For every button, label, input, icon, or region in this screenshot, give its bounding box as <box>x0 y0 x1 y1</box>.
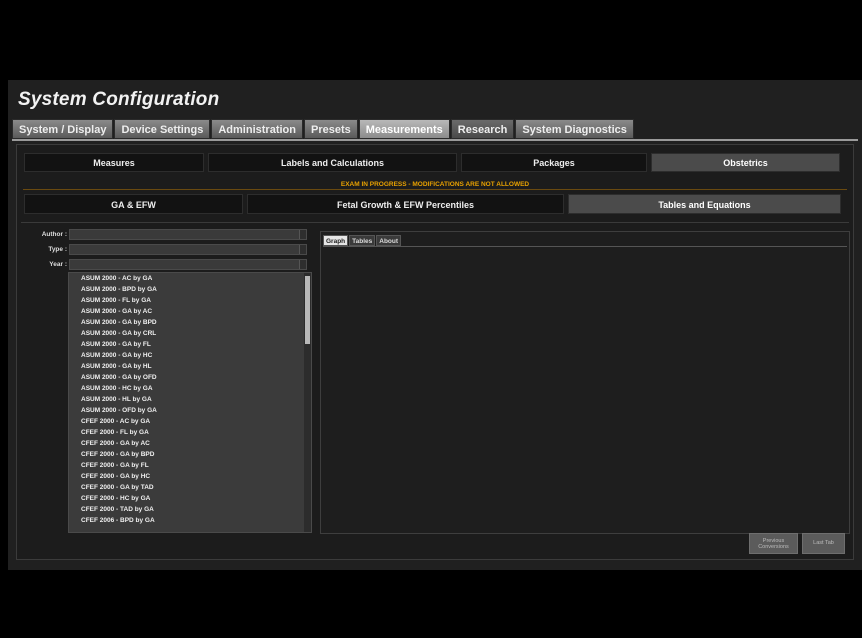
tab-research[interactable]: Research <box>450 119 515 139</box>
tab-measurements[interactable]: Measurements <box>358 119 450 139</box>
tab-presets[interactable]: Presets <box>303 119 358 139</box>
subtab-ga-efw[interactable]: GA & EFW <box>24 194 243 214</box>
chevron-down-icon <box>299 229 306 239</box>
list-item[interactable]: ASUM 2000 - GA by HL <box>69 361 311 372</box>
list-item[interactable]: ASUM 2000 - OFD by GA <box>69 405 311 416</box>
tab-device-settings[interactable]: Device Settings <box>114 119 211 139</box>
measurements-panel: Measures Labels and Calculations Package… <box>16 144 854 560</box>
chevron-down-icon <box>299 259 306 269</box>
subtab-measures[interactable]: Measures <box>24 153 204 172</box>
list-scrollbar[interactable] <box>304 273 311 532</box>
detail-tabs: Graph Tables About <box>323 235 402 246</box>
main-tab-bar: System / Display Device Settings Adminis… <box>12 119 635 139</box>
list-item[interactable]: ASUM 2000 - GA by HC <box>69 350 311 361</box>
tab-about[interactable]: About <box>376 235 402 246</box>
chevron-down-icon <box>299 244 306 254</box>
system-configuration-window: System Configuration System / Display De… <box>8 80 862 570</box>
tab-system-diagnostics[interactable]: System Diagnostics <box>515 119 634 139</box>
obstetrics-subtabs: GA & EFW Fetal Growth & EFW Percentiles … <box>24 194 849 214</box>
tab-underline <box>12 139 858 141</box>
last-tab-button[interactable]: Last Tab <box>802 533 845 554</box>
exam-warning-message: EXAM IN PROGRESS - MODIFICATIONS ARE NOT… <box>340 181 530 188</box>
measurement-subtabs: Measures Labels and Calculations Package… <box>24 153 849 172</box>
table-filters: Author : Type : Year : <box>21 227 307 272</box>
list-item[interactable]: ASUM 2000 - GA by AC <box>69 306 311 317</box>
type-filter-row: Type : <box>21 242 307 256</box>
table-detail-panel: Graph Tables About <box>320 231 850 534</box>
subtab-packages[interactable]: Packages <box>461 153 647 172</box>
subtab-obstetrics[interactable]: Obstetrics <box>651 153 840 172</box>
list-item[interactable]: CFEF 2000 - HC by GA <box>69 493 311 504</box>
tab-administration[interactable]: Administration <box>211 119 303 139</box>
list-item[interactable]: CFEF 2000 - GA by HC <box>69 471 311 482</box>
tab-graph[interactable]: Graph <box>323 235 349 246</box>
subtab-fetal-growth[interactable]: Fetal Growth & EFW Percentiles <box>247 194 564 214</box>
tables-list-items: ASUM 2000 - AC by GA ASUM 2000 - BPD by G… <box>69 273 311 526</box>
list-item[interactable]: ASUM 2000 - HC by GA <box>69 383 311 394</box>
list-item[interactable]: CFEF 2000 - TAD by GA <box>69 504 311 515</box>
list-item[interactable]: CFEF 2000 - GA by TAD <box>69 482 311 493</box>
previous-conversions-button[interactable]: Previous Conversions <box>749 533 798 554</box>
author-select[interactable] <box>69 228 307 240</box>
list-item[interactable]: ASUM 2000 - HL by GA <box>69 394 311 405</box>
list-item[interactable]: ASUM 2000 - GA by FL <box>69 339 311 350</box>
year-label: Year : <box>49 260 67 268</box>
year-select[interactable] <box>69 258 307 270</box>
scroll-thumb[interactable] <box>305 276 310 344</box>
content-divider <box>21 222 849 223</box>
list-item[interactable]: CFEF 2000 - GA by AC <box>69 438 311 449</box>
detail-tabs-underline <box>323 246 847 247</box>
list-item[interactable]: ASUM 2000 - GA by BPD <box>69 317 311 328</box>
list-item[interactable]: ASUM 2000 - FL by GA <box>69 295 311 306</box>
list-item[interactable]: ASUM 2000 - BPD by GA <box>69 284 311 295</box>
author-label: Author : <box>41 230 67 238</box>
list-item[interactable]: CFEF 2000 - GA by FL <box>69 460 311 471</box>
type-label: Type : <box>48 245 67 253</box>
type-select[interactable] <box>69 243 307 255</box>
list-item[interactable]: CFEF 2000 - GA by BPD <box>69 449 311 460</box>
tables-list[interactable]: ASUM 2000 - AC by GA ASUM 2000 - BPD by G… <box>68 272 312 533</box>
list-item[interactable]: CFEF 2000 - FL by GA <box>69 427 311 438</box>
warning-divider <box>23 189 847 190</box>
year-filter-row: Year : <box>21 257 307 271</box>
subtab-labels-calculations[interactable]: Labels and Calculations <box>208 153 457 172</box>
window-title: System Configuration <box>18 89 220 110</box>
author-filter-row: Author : <box>21 227 307 241</box>
tab-system-display[interactable]: System / Display <box>12 119 114 139</box>
list-item[interactable]: CFEF 2006 - BPD by GA <box>69 515 311 526</box>
list-item[interactable]: CFEF 2000 - AC by GA <box>69 416 311 427</box>
list-item[interactable]: ASUM 2000 - AC by GA <box>69 273 311 284</box>
list-item[interactable]: ASUM 2000 - GA by OFD <box>69 372 311 383</box>
tab-tables[interactable]: Tables <box>349 235 376 246</box>
list-item[interactable]: ASUM 2000 - GA by CRL <box>69 328 311 339</box>
subtab-tables-equations[interactable]: Tables and Equations <box>568 194 841 214</box>
